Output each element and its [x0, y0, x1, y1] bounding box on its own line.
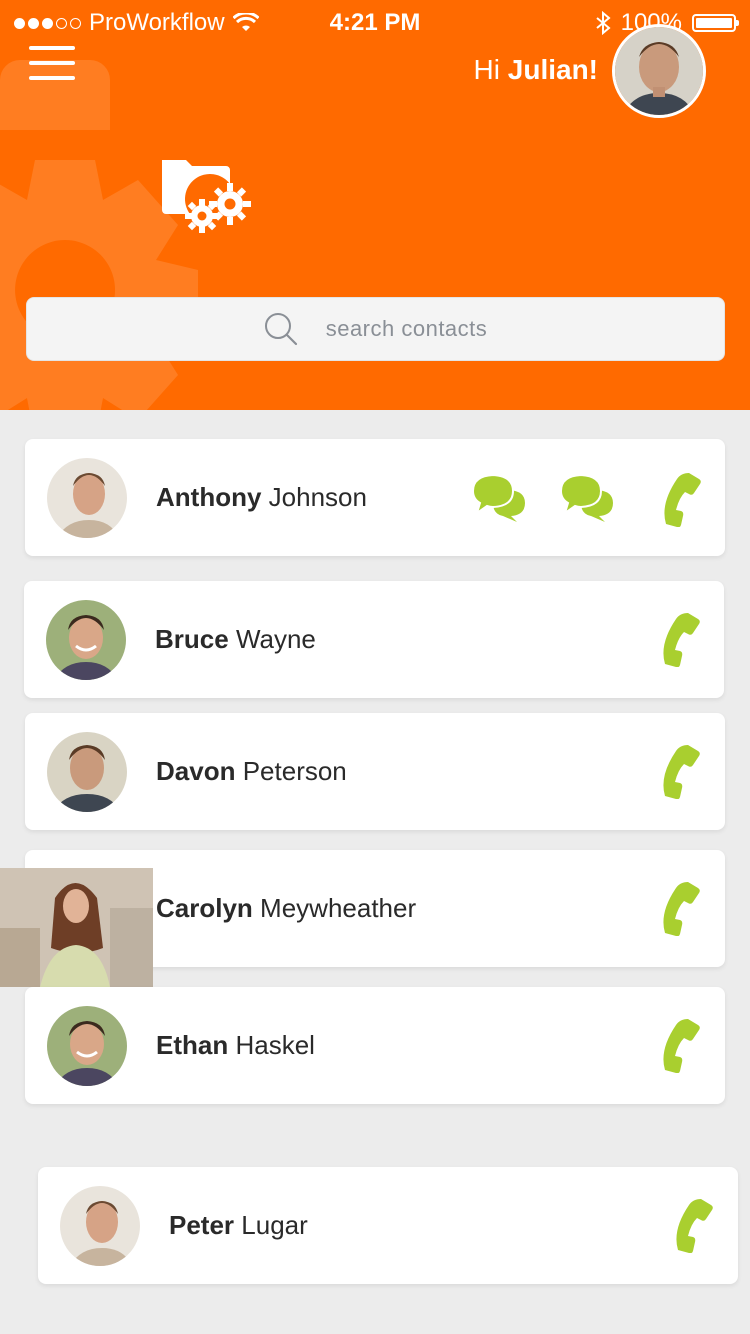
contact-first-name: Davon	[156, 756, 236, 786]
contact-avatar	[60, 1186, 140, 1266]
contact-avatar	[47, 732, 127, 812]
contact-name: Peter Lugar	[169, 1167, 308, 1284]
chat-icon[interactable]	[559, 473, 615, 523]
contact-first-name: Bruce	[155, 624, 229, 654]
contact-last-name: Meywheather	[260, 893, 417, 923]
contact-card-davon-peterson[interactable]: Davon Peterson	[25, 713, 725, 830]
contact-last-name: Wayne	[235, 624, 316, 654]
contact-first-name: Carolyn	[156, 893, 253, 923]
contact-card-carolyn-meywheather[interactable]: Carolyn Meywheather	[0, 850, 725, 987]
battery-icon	[692, 14, 739, 32]
contact-first-name: Peter	[169, 1210, 235, 1240]
contact-last-name: Peterson	[242, 756, 347, 786]
contact-card-ethan-haskel[interactable]: Ethan Haskel	[25, 987, 725, 1104]
contact-name: Ethan Haskel	[156, 987, 315, 1104]
contact-name: Bruce Wayne	[155, 581, 316, 698]
chat-icon[interactable]	[471, 473, 527, 523]
user-avatar[interactable]	[612, 24, 706, 118]
contact-last-name: Haskel	[235, 1030, 315, 1060]
contact-last-name: Lugar	[241, 1210, 308, 1240]
phone-icon[interactable]	[671, 1197, 727, 1253]
bluetooth-icon	[595, 11, 611, 35]
contact-first-name: Anthony	[156, 482, 262, 512]
contact-avatar	[47, 1006, 127, 1086]
contact-name: Carolyn Meywheather	[156, 850, 416, 967]
phone-icon[interactable]	[658, 611, 714, 667]
contact-name: Anthony Johnson	[156, 439, 367, 556]
search-icon	[264, 313, 297, 346]
contact-card-peter-lugar[interactable]: Peter Lugar	[38, 1167, 738, 1284]
search-placeholder: search contacts	[325, 316, 488, 341]
phone-icon[interactable]	[658, 880, 714, 936]
contact-card-anthony-johnson[interactable]: Anthony Johnson	[25, 439, 725, 556]
contact-card-bruce-wayne[interactable]: Bruce Wayne	[24, 581, 724, 698]
contact-first-name: Ethan	[156, 1030, 229, 1060]
contact-name: Davon Peterson	[156, 713, 347, 830]
contact-avatar	[46, 600, 126, 680]
app-header: ProWorkflow 4:21 PM 100% Hi Julian! sear…	[0, 0, 750, 410]
phone-icon[interactable]	[658, 1017, 714, 1073]
greeting-user-name: Julian!	[507, 54, 598, 85]
hamburger-menu-icon[interactable]	[29, 46, 75, 82]
phone-icon[interactable]	[658, 743, 714, 799]
folder-gears-icon	[162, 160, 251, 233]
greeting-prefix: Hi	[473, 54, 500, 85]
contact-avatar	[47, 458, 127, 538]
greeting: Hi Julian!	[474, 54, 598, 86]
contact-last-name: Johnson	[268, 482, 367, 512]
phone-icon[interactable]	[659, 471, 715, 527]
search-contacts-input[interactable]: search contacts	[26, 297, 725, 361]
contact-photo	[0, 868, 153, 987]
